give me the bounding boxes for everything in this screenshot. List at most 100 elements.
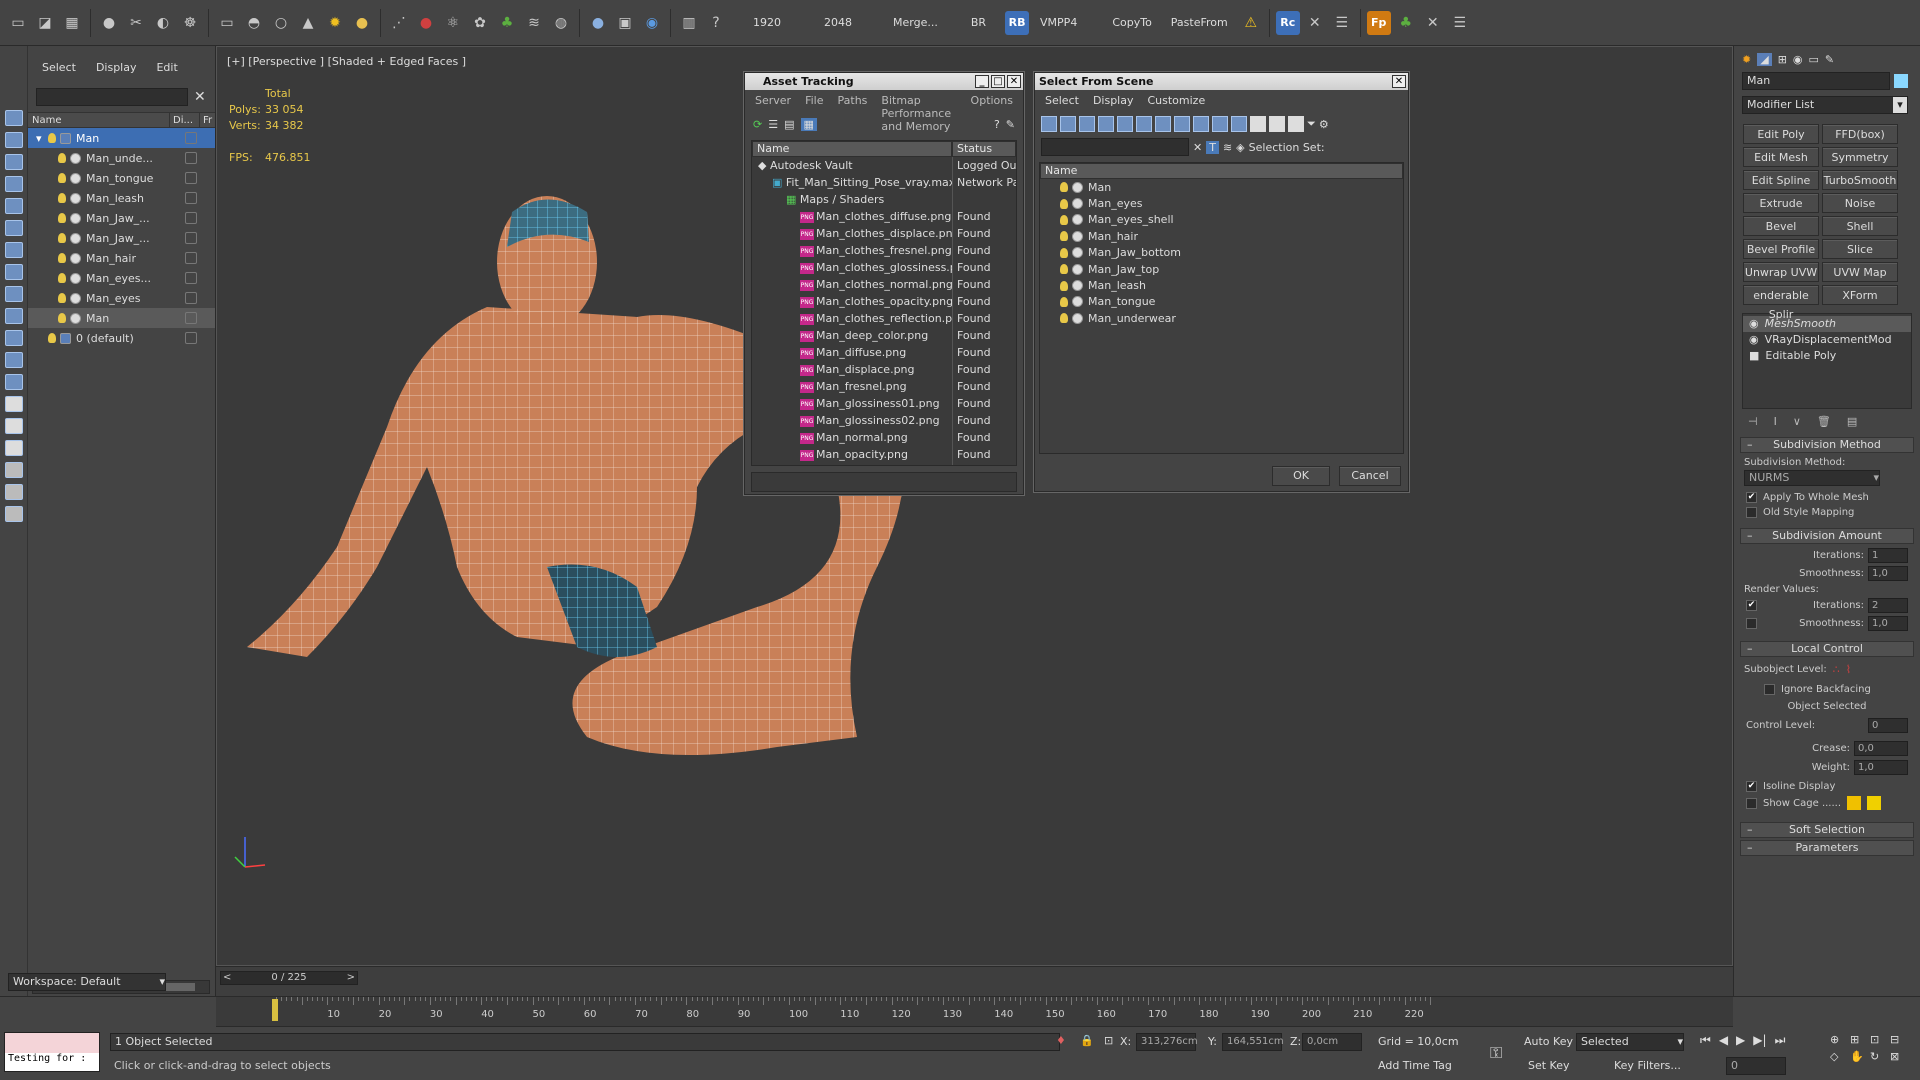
render-toggle-icon[interactable] [185, 152, 197, 164]
isolate-icon[interactable]: ♦ [1056, 1034, 1066, 1047]
size-2048-button[interactable]: 2048 [816, 16, 860, 29]
isoline-display-checkbox[interactable]: ✔ [1746, 781, 1757, 792]
render-smoothness-checkbox[interactable] [1746, 618, 1757, 629]
explorer-col-name[interactable]: Name [28, 113, 170, 127]
list-view-icon[interactable]: ☰ [768, 118, 778, 131]
explorer-menu-edit[interactable]: Edit [156, 61, 177, 80]
close-button[interactable]: ✕ [1392, 75, 1406, 88]
time-slider[interactable]: < 0 / 225 > [216, 966, 1733, 996]
select-scene-search-input[interactable] [1041, 138, 1189, 156]
warning-icon[interactable]: ⚠ [1239, 11, 1263, 35]
select-scene-row[interactable]: Man_hair [1040, 228, 1403, 244]
fx-icon[interactable]: ✂ [124, 11, 148, 35]
render-toggle-icon[interactable] [185, 232, 197, 244]
filter-frozen-icon[interactable] [1231, 116, 1247, 132]
sync-icon[interactable]: ≋ [1223, 141, 1232, 154]
explorer-col-freeze[interactable]: Fr [200, 113, 212, 127]
select-scene-row[interactable]: Man_Jaw_bottom [1040, 245, 1403, 261]
render-icon[interactable]: ☸ [178, 11, 202, 35]
material-icon[interactable]: ● [414, 11, 438, 35]
display-none-icon[interactable] [5, 132, 23, 148]
explorer-row[interactable]: Man_hair [28, 248, 215, 268]
select-scene-row[interactable]: Man_Jaw_top [1040, 261, 1403, 277]
ball-icon[interactable]: ● [350, 11, 374, 35]
key-mode-dropdown[interactable]: Selected ▾ [1576, 1033, 1684, 1051]
filter-lights-icon[interactable] [1079, 116, 1095, 132]
go-to-end-icon[interactable]: ⏭ [1775, 1033, 1786, 1048]
modifier-button[interactable]: Symmetry [1822, 147, 1898, 167]
filter-options-icon[interactable]: ⚙ [1319, 118, 1329, 131]
old-style-mapping-checkbox[interactable] [1746, 507, 1757, 518]
merge-button[interactable]: Merge... [885, 16, 946, 29]
explorer-menu-select[interactable]: Select [42, 61, 76, 80]
orbit-icon[interactable]: ↻ [1870, 1050, 1890, 1063]
asset-tracking-titlebar[interactable]: Asset Tracking _ □ ✕ [745, 73, 1023, 90]
explorer-row[interactable]: Man_Jaw_... [28, 228, 215, 248]
control-level-spinner[interactable]: 0 [1868, 718, 1908, 733]
subdivision-method-dropdown[interactable]: NURMS ▾ [1744, 470, 1880, 486]
modifier-button[interactable]: Edit Poly [1743, 124, 1819, 144]
show-cage-checkbox[interactable] [1746, 797, 1757, 809]
make-unique-icon[interactable]: ∨ [1793, 415, 1801, 428]
filter-containers-icon[interactable] [1212, 116, 1228, 132]
camera-icon[interactable]: ▣ [613, 11, 637, 35]
display-containers-icon[interactable] [5, 352, 23, 368]
light-icon[interactable]: ● [97, 11, 121, 35]
modifier-button[interactable]: Edit Mesh [1743, 147, 1819, 167]
clear-search-icon[interactable]: ✕ [194, 89, 206, 105]
select-scene-menu-item[interactable]: Customize [1147, 94, 1205, 108]
sort-icon[interactable] [5, 506, 23, 522]
pan-icon[interactable]: ✋ [1850, 1050, 1870, 1063]
display-shapes-icon[interactable] [5, 176, 23, 192]
filter-shapes-icon[interactable] [1060, 116, 1076, 132]
grid-view-icon[interactable]: ▦ [800, 117, 817, 131]
globe-icon[interactable]: ● [586, 11, 610, 35]
asset-row[interactable]: PNG Man_glossiness01.png Found [752, 395, 1016, 412]
display-groups-icon[interactable] [5, 286, 23, 302]
asset-row[interactable]: PNG Man_clothes_reflection.png Found [752, 310, 1016, 327]
modifier-stack-item[interactable]: ◉ MeshSmooth [1743, 316, 1911, 332]
modifier-stack-item[interactable]: ■ Editable Poly [1743, 348, 1911, 364]
subdivision-method-rollout[interactable]: Subdivision Method [1740, 437, 1914, 453]
modifier-button[interactable]: UVW Map [1822, 262, 1898, 282]
asset-menu-item[interactable]: File [805, 94, 823, 108]
asset-menu-item[interactable]: Paths [838, 94, 868, 108]
visibility-bulb-icon[interactable] [58, 193, 66, 203]
lock-selection-icon[interactable]: 🔒 [1080, 1034, 1094, 1047]
asset-row[interactable]: PNG Man_clothes_opacity.png Found [752, 293, 1016, 310]
asset-row[interactable]: PNG Man_displace.png Found [752, 361, 1016, 378]
visibility-bulb-icon[interactable] [58, 253, 66, 263]
perspective-viewport[interactable]: [+] [Perspective ] [Shaded + Edged Faces… [216, 46, 1733, 966]
display-cameras-icon[interactable] [5, 220, 23, 236]
filter-cameras-icon[interactable] [1098, 116, 1114, 132]
grid-icon[interactable]: ⋰ [387, 11, 411, 35]
hair-icon[interactable]: ≋ [522, 11, 546, 35]
render-toggle-icon[interactable] [185, 332, 197, 344]
size-1920-button[interactable]: 1920 [745, 16, 789, 29]
proxy-icon[interactable]: ⚛ [441, 11, 465, 35]
go-to-start-icon[interactable]: ⏮ [1700, 1033, 1711, 1048]
minimize-button[interactable]: _ [975, 75, 989, 88]
y-coord-field[interactable]: 164,551cm [1222, 1033, 1284, 1051]
asset-row[interactable]: PNG Man_clothes_diffuse.png Found [752, 208, 1016, 225]
display-bones-icon[interactable] [5, 330, 23, 346]
pastefrom-button[interactable]: PasteFrom [1163, 16, 1236, 29]
explorer-col-display[interactable]: Di... [170, 113, 200, 127]
object-name-field[interactable]: Man [1742, 72, 1890, 90]
modify-tab-icon[interactable]: ◢ [1757, 52, 1772, 66]
asset-row[interactable]: PNG Man_diffuse.png Found [752, 344, 1016, 361]
visibility-bulb-icon[interactable] [58, 293, 66, 303]
modifier-button[interactable]: Slice [1822, 239, 1898, 259]
vertex-level-icon[interactable]: ∴ [1833, 663, 1840, 676]
explorer-row[interactable]: Man_unde... [28, 148, 215, 168]
plane-icon[interactable]: ▭ [215, 11, 239, 35]
explorer-row[interactable]: Man_Jaw_... [28, 208, 215, 228]
prev-frame-icon[interactable]: < [223, 972, 231, 984]
trackbar[interactable]: 10 20 30 40 50 60 70 80 90 100 110 120 130 140 150 160 1… [216, 997, 1733, 1027]
modifier-toggle-icon[interactable]: ◉ [1749, 332, 1759, 348]
plant-icon[interactable]: ♣ [495, 11, 519, 35]
key-icon[interactable]: ⚿ [1490, 1043, 1502, 1063]
fp-button[interactable]: Fp [1366, 10, 1391, 35]
cage-color-swatch-1[interactable] [1847, 796, 1862, 810]
help-icon[interactable]: ? [994, 118, 1000, 131]
